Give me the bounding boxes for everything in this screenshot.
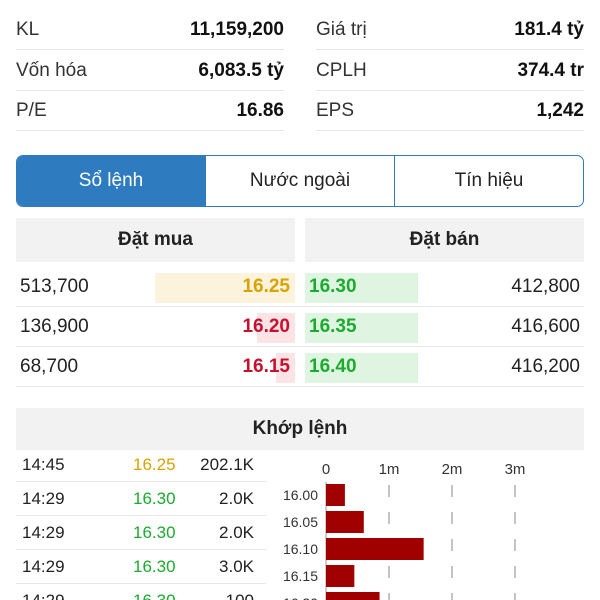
trade-volume: 2.0K	[219, 523, 254, 542]
stat-value: 374.4 tr	[517, 59, 584, 81]
stat-market-cap: Vốn hóa 6,083.5 tỷ	[16, 51, 284, 91]
sell-price[interactable]: 16.30	[309, 267, 357, 307]
buy-volume: 513,700	[20, 276, 89, 297]
matched-orders-header: Khớp lệnh	[16, 408, 584, 450]
y-tick-label: 16.05	[283, 514, 318, 530]
trade-price: 16.30	[133, 584, 176, 600]
sell-price[interactable]: 16.40	[309, 347, 357, 387]
price-volume-chart: 0 1m 2m 3m 16.00 16.05 16.10 16.15 16.20	[283, 461, 526, 600]
stat-eps: EPS 1,242	[316, 91, 584, 131]
stat-value: 181.4 tỷ	[514, 18, 584, 40]
x-tick-label: 0	[322, 461, 330, 478]
trade-time: 14:29	[22, 489, 65, 508]
order-book-row: 513,700 16.25 16.30 412,800	[16, 267, 584, 307]
stat-pe: P/E 16.86	[16, 91, 284, 131]
y-tick-label: 16.15	[283, 568, 318, 584]
trade-row: 14:45 16.25 202.1K	[16, 448, 266, 482]
x-tick-label: 2m	[442, 461, 463, 478]
trade-time: 14:29	[22, 584, 65, 600]
buy-price[interactable]: 16.25	[242, 267, 290, 307]
trade-time: 14:45	[22, 455, 65, 474]
trade-row: 14:29 16.30 3.0K	[16, 550, 266, 584]
buy-volume: 68,700	[20, 356, 79, 377]
tab-order-book[interactable]: Sổ lệnh	[17, 156, 205, 206]
sell-volume: 412,800	[511, 276, 580, 297]
stat-label: P/E	[16, 99, 47, 121]
trade-price: 16.25	[133, 455, 176, 474]
trade-volume: 202.1K	[200, 455, 254, 474]
trade-price: 16.30	[133, 489, 176, 508]
trade-volume: 100	[226, 584, 254, 600]
buy-price[interactable]: 16.15	[242, 347, 290, 387]
volume-bar	[326, 511, 364, 533]
stat-value: 1,242	[536, 99, 584, 121]
volume-bar	[326, 565, 355, 587]
tab-foreign[interactable]: Nước ngoài	[205, 156, 394, 206]
order-book-row: 68,700 16.15 16.40 416,200	[16, 347, 584, 387]
buy-price[interactable]: 16.20	[242, 307, 290, 347]
trade-price: 16.30	[133, 557, 176, 576]
volume-bar	[326, 592, 380, 600]
stat-label: Vốn hóa	[16, 59, 87, 81]
x-tick-label: 1m	[379, 461, 400, 478]
segmented-tabs: Sổ lệnh Nước ngoài Tín hiệu	[16, 155, 584, 207]
buy-volume: 136,900	[20, 316, 89, 337]
trade-row: 14:29 16.30 2.0K	[16, 516, 266, 550]
trade-price: 16.30	[133, 523, 176, 542]
stat-volume: KL 11,159,200	[16, 10, 284, 50]
sell-price[interactable]: 16.35	[309, 307, 357, 347]
volume-bar	[326, 484, 345, 506]
sell-volume: 416,600	[511, 316, 580, 337]
sell-orders-header: Đặt bán	[305, 218, 584, 262]
sell-volume: 416,200	[511, 356, 580, 377]
trade-time: 14:29	[22, 523, 65, 542]
trade-volume: 2.0K	[219, 489, 254, 508]
buy-orders-header: Đặt mua	[16, 218, 295, 262]
trade-time: 14:29	[22, 557, 65, 576]
volume-bar	[326, 538, 424, 560]
stat-label: EPS	[316, 99, 355, 121]
y-tick-label: 16.20	[283, 595, 318, 600]
trade-row: 14:29 16.30 100	[16, 584, 266, 600]
stat-label: CPLH	[316, 59, 367, 81]
y-tick-label: 16.10	[283, 541, 318, 557]
tab-signals[interactable]: Tín hiệu	[394, 156, 583, 206]
stat-shares-outstanding: CPLH 374.4 tr	[316, 51, 584, 91]
stat-label: Giá trị	[316, 18, 367, 40]
stat-value-traded: Giá trị 181.4 tỷ	[316, 10, 584, 50]
stat-value: 16.86	[236, 99, 284, 121]
trade-volume: 3.0K	[219, 557, 254, 576]
stat-value: 6,083.5 tỷ	[198, 59, 284, 81]
y-tick-label: 16.00	[283, 487, 318, 503]
x-tick-label: 3m	[505, 461, 526, 478]
order-book-row: 136,900 16.20 16.35 416,600	[16, 307, 584, 347]
trade-row: 14:29 16.30 2.0K	[16, 482, 266, 516]
stat-label: KL	[16, 18, 40, 40]
stat-value: 11,159,200	[189, 18, 284, 40]
